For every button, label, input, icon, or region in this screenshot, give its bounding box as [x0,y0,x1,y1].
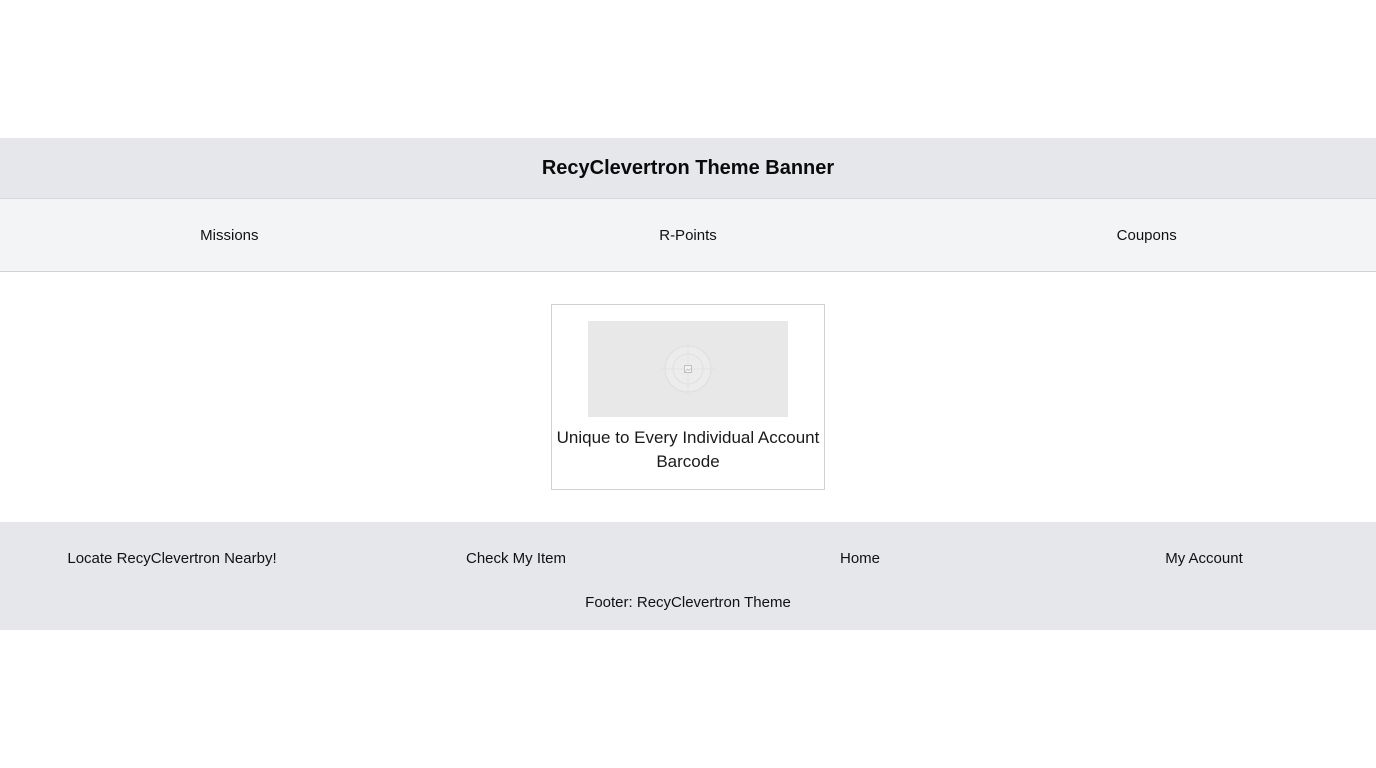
footer: Locate RecyClevertron Nearby! Check My I… [0,522,1376,630]
footer-link-home[interactable]: Home [688,522,1032,594]
footer-nav: Locate RecyClevertron Nearby! Check My I… [0,522,1376,594]
tab-coupons[interactable]: Coupons [917,199,1376,271]
footer-link-my-account[interactable]: My Account [1032,522,1376,594]
page: RecyClevertron Theme Banner Missions R-P… [0,0,1376,768]
main-nav: Missions R-Points Coupons [0,198,1376,272]
broken-image-icon [660,343,716,395]
footer-note: Footer: RecyClevertron Theme [585,594,791,611]
footer-link-check-item[interactable]: Check My Item [344,522,688,594]
theme-banner: RecyClevertron Theme Banner [0,138,1376,198]
banner-title: RecyClevertron Theme Banner [541,156,835,179]
barcode-card: Unique to Every Individual Account Barco… [551,304,825,490]
tab-missions[interactable]: Missions [0,199,459,271]
barcode-caption: Unique to Every Individual Account Barco… [556,428,820,471]
footer-link-locate[interactable]: Locate RecyClevertron Nearby! [0,522,344,594]
tab-r-points[interactable]: R-Points [459,199,918,271]
barcode-image [588,321,788,417]
